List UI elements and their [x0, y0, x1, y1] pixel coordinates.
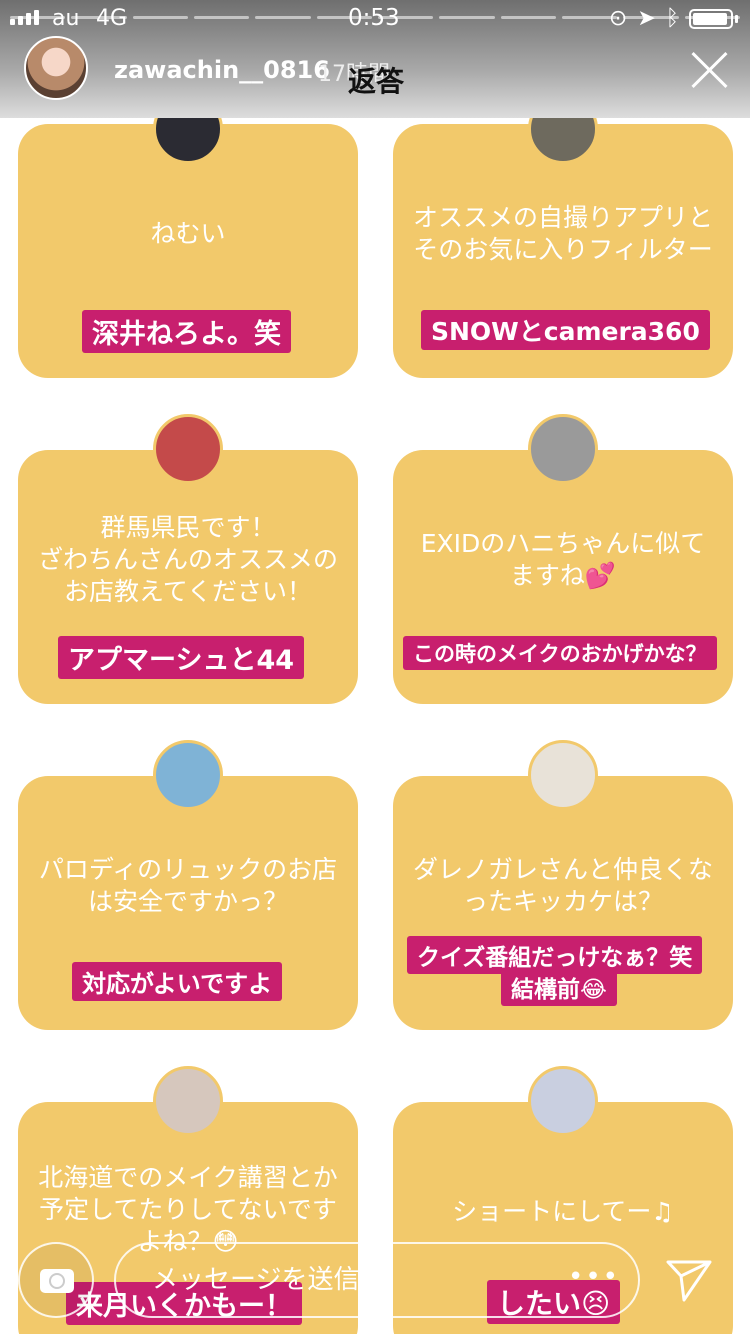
send-icon[interactable]	[664, 1254, 714, 1304]
asker-avatar	[153, 1066, 223, 1136]
answer-sticker: 深井ねろよ。笑	[82, 310, 291, 353]
story-header: zawachin__0816 17時間 返答	[0, 0, 750, 118]
question-text: ねむい	[150, 219, 226, 248]
reply-bar: •••	[0, 1218, 750, 1334]
message-input[interactable]	[114, 1242, 640, 1318]
asker-avatar	[528, 1066, 598, 1136]
asker-avatar	[153, 414, 223, 484]
answer-sticker: 対応がよいですよ	[72, 962, 283, 1001]
camera-icon[interactable]	[18, 1242, 94, 1318]
avatar[interactable]	[24, 36, 88, 100]
answer-sticker: アプマーシュと44	[58, 636, 305, 679]
close-button[interactable]	[688, 48, 732, 92]
answer-sticker-line-2: 結構前😂	[501, 968, 617, 1006]
question-text: 群馬県民です！ ざわちんさんのオススメの お店教えてください！	[37, 513, 338, 606]
answer-card[interactable]: 群馬県民です！ ざわちんさんのオススメの お店教えてください！ アプマーシュと4…	[18, 450, 358, 704]
more-icon[interactable]: •••	[568, 1262, 620, 1292]
asker-avatar	[528, 740, 598, 810]
answer-sticker: SNOWとcamera360	[421, 310, 710, 350]
question-text: ダレノガレさんと仲良くな ったキッカケは？	[412, 855, 713, 916]
question-text: EXIDのハニちゃんに似て ますね💕	[420, 529, 706, 590]
question-text: パロディのリュックのお店 は安全ですかっ？	[38, 855, 338, 916]
answer-card[interactable]: パロディのリュックのお店 は安全ですかっ？ 対応がよいですよ	[18, 776, 358, 1030]
answer-sticker: この時のメイクのおかげかな？	[403, 636, 717, 670]
answer-card[interactable]: ダレノガレさんと仲良くな ったキッカケは？ クイズ番組だっけなぁ？笑 結構前😂	[393, 776, 733, 1030]
page-title: 返答	[348, 65, 405, 98]
answer-card[interactable]: EXIDのハニちゃんに似て ますね💕 この時のメイクのおかげかな？	[393, 450, 733, 704]
username[interactable]: zawachin__0816	[114, 56, 330, 84]
question-text: オススメの自撮りアプリと そのお気に入りフィルター	[412, 203, 713, 264]
asker-avatar	[153, 740, 223, 810]
answers-grid: ねむい 深井ねろよ。笑 オススメの自撮りアプリと そのお気に入りフィルター SN…	[0, 0, 750, 1334]
asker-avatar	[528, 414, 598, 484]
